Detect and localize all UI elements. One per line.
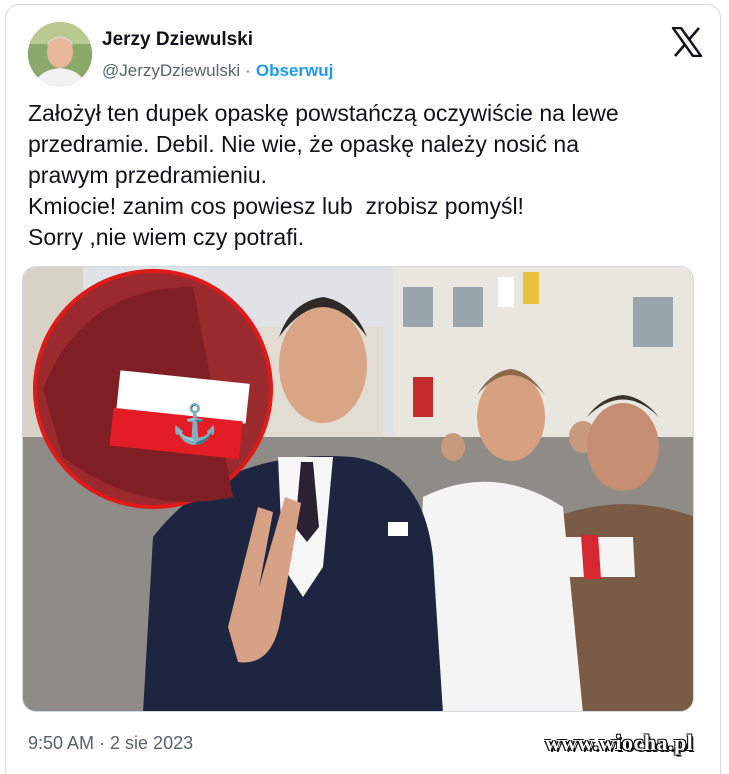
tweet-line: przedramie. Debil. Nie wie, że opaskę na… <box>28 131 579 157</box>
follow-button[interactable]: Obserwuj <box>256 61 333 80</box>
separator-dot: · <box>245 61 251 80</box>
tweet-timestamp[interactable]: 9:50 AM · 2 sie 2023 <box>28 733 193 754</box>
site-watermark: www.wiocha.pl <box>545 730 694 755</box>
avatar-photo <box>28 22 92 86</box>
author-handle[interactable]: @JerzyDziewulski <box>102 61 240 80</box>
photo-illustration: ⚓ <box>23 267 693 711</box>
x-logo-icon[interactable] <box>671 27 703 57</box>
tweet-line: Kmiocie! zanim cos powiesz lub zrobisz p… <box>28 193 524 219</box>
author-name[interactable]: Jerzy Dziewulski <box>102 29 253 51</box>
author-avatar[interactable] <box>28 22 92 86</box>
tweet-line: Założył ten dupek opaskę powstańczą oczy… <box>28 100 619 126</box>
author-handle-row: @JerzyDziewulski · Obserwuj <box>102 61 333 81</box>
tweet-line: Sorry ,nie wiem czy potrafi. <box>28 224 305 250</box>
tweet-line: prawym przedramieniu. <box>28 162 268 188</box>
svg-text:⚓: ⚓ <box>171 402 218 446</box>
tweet-text: Założył ten dupek opaskę powstańczą oczy… <box>28 98 708 253</box>
tweet-photo[interactable]: ⚓ <box>22 266 694 712</box>
